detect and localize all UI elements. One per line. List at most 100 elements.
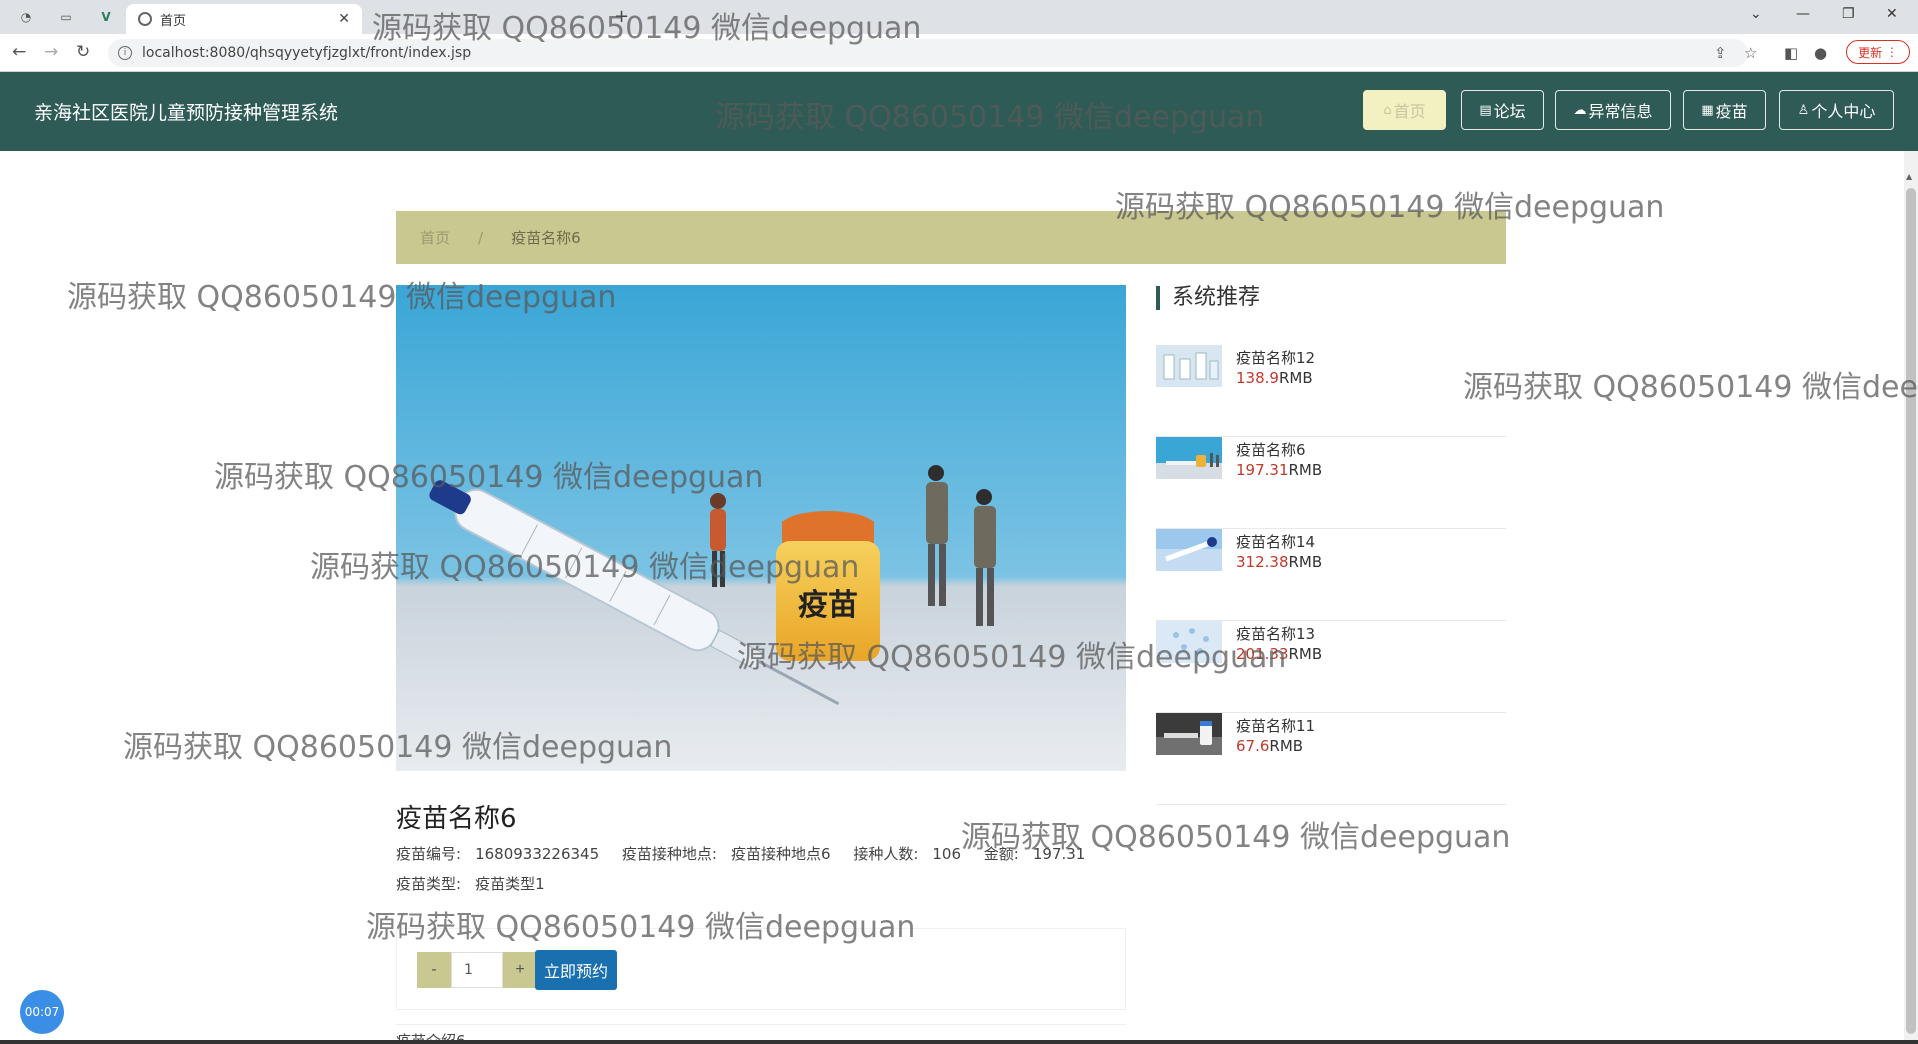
scroll-up-arrow[interactable]: ▲ xyxy=(1906,172,1912,181)
quantity-input[interactable] xyxy=(451,952,503,988)
window-close-icon[interactable]: ✕ xyxy=(1886,6,1898,22)
url-field[interactable]: i localhost:8080/qhsqyyetyfjzglxt/front/… xyxy=(108,39,1748,67)
new-tab-icon[interactable]: + xyxy=(614,6,629,27)
price-currency: RMB xyxy=(1288,461,1323,479)
watermark: 源码获取 QQ86050149 微信deepguan xyxy=(1463,370,1918,405)
location-label: 疫苗接种地点: xyxy=(621,845,717,863)
update-label: 更新 xyxy=(1858,45,1883,60)
nav-vaccine-button[interactable]: ▦ 疫苗 xyxy=(1683,90,1766,130)
divider xyxy=(396,1024,1126,1025)
back-icon[interactable]: ← xyxy=(12,42,26,62)
restore-icon[interactable]: ❐ xyxy=(1842,6,1855,22)
code-value: 1680933226345 xyxy=(475,845,600,863)
address-bar: ← → ↻ i localhost:8080/qhsqyyetyfjzglxt/… xyxy=(0,34,1918,72)
price-currency: RMB xyxy=(1288,645,1323,663)
price-value: 138.9 xyxy=(1236,369,1279,387)
breadcrumb: 首页 / 疫苗名称6 xyxy=(396,211,1506,264)
profile-icon[interactable]: ● xyxy=(1814,44,1827,62)
browser-tab-bar: ◔ ▭ V 首页 ✕ + ⌄ — ❐ ✕ xyxy=(0,0,1918,34)
breadcrumb-home[interactable]: 首页 xyxy=(420,227,450,248)
recommend-price: 312.38RMB xyxy=(1236,553,1322,571)
nav-profile-button[interactable]: ♙ 个人中心 xyxy=(1779,90,1894,130)
share-icon[interactable]: ⇪ xyxy=(1714,44,1727,62)
recommend-name[interactable]: 疫苗名称6 xyxy=(1236,439,1306,460)
price-value: 312.38 xyxy=(1236,553,1289,571)
recommend-item[interactable]: 疫苗名称6 197.31RMB xyxy=(1156,437,1506,529)
recommend-name[interactable]: 疫苗名称12 xyxy=(1236,347,1315,368)
recording-timer[interactable]: 00:07 xyxy=(20,990,64,1034)
close-icon[interactable]: ✕ xyxy=(338,11,350,27)
recommend-price: 201.33RMB xyxy=(1236,645,1322,663)
recommend-name[interactable]: 疫苗名称11 xyxy=(1236,715,1315,736)
count-value: 106 xyxy=(932,845,962,863)
location-value: 疫苗接种地点6 xyxy=(730,845,831,863)
nav-profile-label: 个人中心 xyxy=(1811,102,1876,121)
vue-tab-icon[interactable]: V xyxy=(96,7,116,27)
recommend-title: 系统推荐 xyxy=(1156,286,1260,310)
breadcrumb-current: 疫苗名称6 xyxy=(511,229,581,247)
minimize-icon[interactable]: — xyxy=(1796,6,1810,22)
nav-vaccine-label: 疫苗 xyxy=(1715,102,1748,121)
sidebar-icon[interactable]: ◧ xyxy=(1784,44,1798,62)
user-icon: ♙ xyxy=(1797,102,1810,118)
price-currency: RMB xyxy=(1278,369,1313,387)
home-icon: ⌂ xyxy=(1383,102,1392,118)
recommend-name[interactable]: 疫苗名称13 xyxy=(1236,623,1315,644)
tab-icon-2[interactable]: ▭ xyxy=(56,7,76,27)
code-label: 疫苗编号: xyxy=(396,845,462,863)
tab-icon-1[interactable]: ◔ xyxy=(16,7,36,27)
recommend-price: 197.31RMB xyxy=(1236,461,1322,479)
grid-icon: ▦ xyxy=(1701,102,1714,118)
forum-icon: ▤ xyxy=(1479,102,1492,118)
nav-abnormal-button[interactable]: ☁ 异常信息 xyxy=(1555,90,1671,130)
recommend-item[interactable]: 疫苗名称13 201.33RMB xyxy=(1156,621,1506,713)
vaccine-image: 疫苗 xyxy=(396,285,1126,771)
bottom-edge xyxy=(0,1040,1918,1044)
site-header: 亲海社区医院儿童预防接种管理系统 ⌂ 首页 ▤ 论坛 ☁ 异常信息 ▦ 疫苗 ♙… xyxy=(0,72,1918,151)
jar-label: 疫苗 xyxy=(798,588,858,623)
scrollbar-thumb[interactable] xyxy=(1906,188,1916,1034)
browser-tab-active[interactable]: 首页 ✕ xyxy=(126,4,362,34)
breadcrumb-separator: / xyxy=(478,228,484,247)
price-value: 197.31 xyxy=(1236,461,1289,479)
update-button[interactable]: 更新 ⋮ xyxy=(1846,40,1910,64)
recommend-item[interactable]: 疫苗名称14 312.38RMB xyxy=(1156,529,1506,621)
recommend-thumbnail[interactable] xyxy=(1156,529,1222,571)
nav-home-label: 首页 xyxy=(1393,102,1426,121)
nav-forum-button[interactable]: ▤ 论坛 xyxy=(1461,90,1544,130)
quantity-plus-button[interactable]: + xyxy=(503,952,537,988)
reload-icon[interactable]: ↻ xyxy=(76,42,90,62)
recommend-thumbnail[interactable] xyxy=(1156,713,1222,755)
recommend-price: 138.9RMB xyxy=(1236,369,1313,387)
cloud-icon: ☁ xyxy=(1573,102,1587,118)
nav-home-button[interactable]: ⌂ 首页 xyxy=(1363,90,1446,130)
vaccine-name: 疫苗名称6 xyxy=(396,804,517,834)
recommend-name[interactable]: 疫苗名称14 xyxy=(1236,531,1315,552)
nav-abnormal-label: 异常信息 xyxy=(1588,102,1653,121)
site-title: 亲海社区医院儿童预防接种管理系统 xyxy=(34,102,339,124)
amount-label: 金额: xyxy=(983,845,1019,863)
type-label: 疫苗类型: xyxy=(396,875,462,893)
info-icon[interactable]: i xyxy=(118,46,132,60)
price-value: 67.6 xyxy=(1236,737,1270,755)
forward-icon[interactable]: → xyxy=(44,42,58,62)
globe-icon xyxy=(138,12,152,26)
amount-value: 197.31 xyxy=(1032,845,1086,863)
booking-panel: - + 立即预约 xyxy=(396,928,1126,1010)
type-value: 疫苗类型1 xyxy=(475,875,545,893)
count-label: 接种人数: xyxy=(853,845,919,863)
price-currency: RMB xyxy=(1269,737,1304,755)
vaccine-meta-line-1: 疫苗编号: 1680933226345 疫苗接种地点: 疫苗接种地点6 接种人数: 1… xyxy=(396,843,1103,864)
nav-forum-label: 论坛 xyxy=(1493,102,1526,121)
recommend-thumbnail[interactable] xyxy=(1156,437,1222,479)
recommend-item[interactable]: 疫苗名称12 138.9RMB xyxy=(1156,345,1506,437)
quantity-minus-button[interactable]: - xyxy=(417,952,451,988)
book-now-button[interactable]: 立即预约 xyxy=(535,950,617,990)
vaccine-meta-line-2: 疫苗类型: 疫苗类型1 xyxy=(396,873,545,894)
star-icon[interactable]: ☆ xyxy=(1744,44,1757,62)
recommend-item[interactable]: 疫苗名称11 67.6RMB xyxy=(1156,713,1506,805)
recommend-thumbnail[interactable] xyxy=(1156,621,1222,663)
chevron-down-icon[interactable]: ⌄ xyxy=(1750,6,1762,22)
recommend-thumbnail[interactable] xyxy=(1156,345,1222,387)
price-currency: RMB xyxy=(1288,553,1323,571)
